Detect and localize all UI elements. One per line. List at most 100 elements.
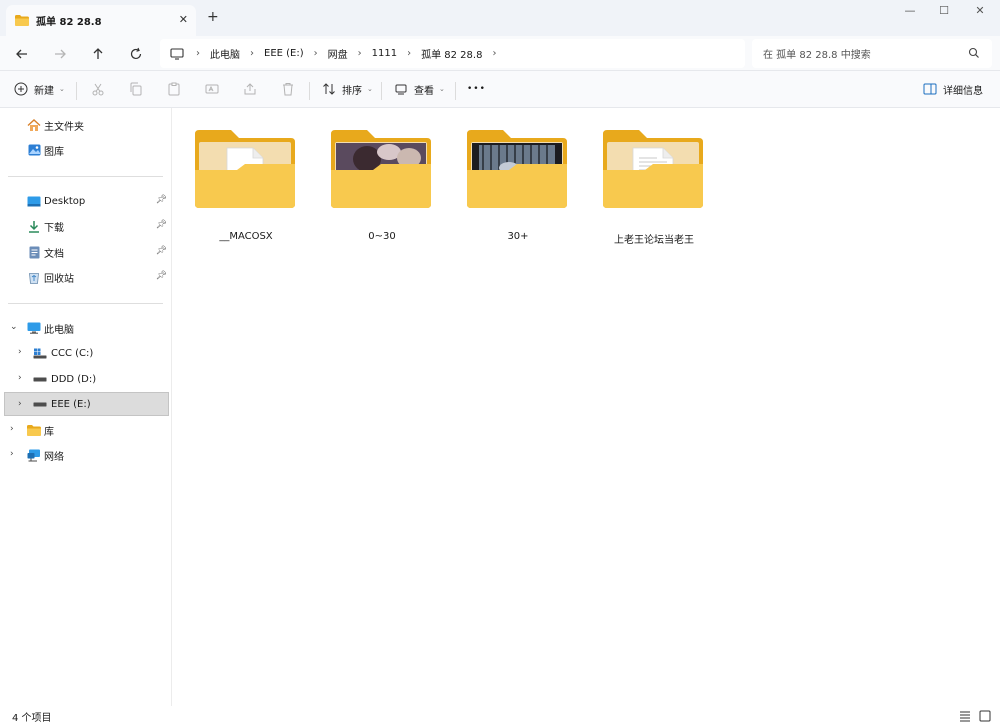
minimize-button[interactable]: — [895,4,925,17]
folder-icon [603,130,703,208]
back-button[interactable] [10,43,34,65]
chevron-right-icon: › [196,48,200,59]
sidebar-item-recycle-bin[interactable]: 回收站 📌︎ [4,265,169,289]
divider [381,82,382,100]
breadcrumb-item[interactable]: 孤单 82 28.8 [421,46,482,61]
tab-title: 孤单 82 28.8 [36,17,102,28]
sidebar-item-this-pc[interactable]: ⌄ 此电脑 [4,316,169,340]
folder-item[interactable]: 上老王论坛当老王 [599,128,709,252]
chevron-right-icon: › [357,48,362,59]
view-button[interactable]: 查看 ⌄ [394,79,445,99]
pin-icon[interactable]: 📌︎ [156,220,167,230]
sidebar-item-network[interactable]: › 网络 [4,443,169,467]
chevron-right-icon[interactable]: › [492,48,496,59]
paste-icon[interactable] [167,82,181,96]
sidebar-item-label: 回收站 [44,273,74,285]
command-bar: 新建 ⌄ 排序 ⌄ 查看 ⌄ ••• 详细信息 [0,71,1000,108]
sidebar-item-drive-e[interactable]: › EEE (E:) [4,392,169,416]
breadcrumb-item[interactable]: 此电脑 [210,46,240,61]
sort-icon [323,83,335,95]
chevron-right-icon[interactable]: › [10,424,14,434]
refresh-button[interactable] [124,43,148,65]
chevron-down-icon: ⌄ [367,85,373,93]
system-drive-icon [33,346,47,360]
folder-icon [15,15,29,26]
tab-close-button[interactable]: ✕ [179,13,188,26]
download-icon [27,219,41,233]
arrow-up-icon [93,48,103,59]
sidebar-item-label: CCC (C:) [51,347,94,359]
more-button[interactable]: ••• [467,79,486,99]
sidebar-item-downloads[interactable]: 下载 📌︎ [4,214,169,238]
up-button[interactable] [86,43,110,65]
sidebar-item-documents[interactable]: 文档 📌︎ [4,240,169,264]
title-bar: 孤单 82 28.8 ✕ + — ☐ ✕ [0,0,1000,36]
folder-icon [467,130,567,208]
chevron-right-icon[interactable]: › [18,347,22,357]
search-placeholder: 在 孤单 82 28.8 中搜索 [763,50,871,61]
sidebar-item-home[interactable]: 主文件夹 [4,113,169,137]
folder-item[interactable]: __MACOSX [191,128,301,252]
sidebar-item-gallery[interactable]: 图库 [4,138,169,162]
pin-icon[interactable]: 📌︎ [156,246,167,256]
view-label: 查看 [414,85,434,97]
pin-icon[interactable]: 📌︎ [156,195,167,205]
details-view-icon[interactable] [958,709,972,723]
search-input[interactable]: 在 孤单 82 28.8 中搜索 [752,39,992,68]
cut-icon[interactable] [91,82,105,96]
tab-current[interactable]: 孤单 82 28.8 ✕ [6,5,196,36]
forward-button[interactable] [48,43,72,65]
refresh-icon [130,47,142,60]
copy-icon[interactable] [129,82,143,96]
divider [309,82,310,100]
status-bar: 4 个项目 [0,706,1000,726]
computer-icon [170,47,184,60]
divider [8,176,163,177]
arrow-right-icon [55,49,66,59]
file-list: __MACOSX 0~30 30+ 上老王论坛当老王 [172,108,1000,706]
maximize-button[interactable]: ☐ [929,4,959,17]
chevron-right-icon[interactable]: › [18,373,22,383]
folder-name: 30+ [507,231,529,242]
divider [76,82,77,100]
plus-circle-icon [14,82,28,96]
sidebar-item-library[interactable]: › 库 [4,418,169,442]
chevron-down-icon: ⌄ [59,85,65,93]
pin-icon[interactable]: 📌︎ [156,271,167,281]
new-tab-button[interactable]: + [207,9,219,25]
folder-item[interactable]: 0~30 [327,128,437,252]
navigation-bar: › 此电脑 › EEE (E:) › 网盘 › 1111 › 孤单 82 28.… [0,36,1000,71]
delete-icon[interactable] [281,82,295,96]
folder-icon [331,130,431,208]
folder-name: 0~30 [368,231,396,242]
sidebar-item-label: 网络 [44,451,64,463]
breadcrumb-item[interactable]: 网盘 [328,46,348,61]
rename-icon[interactable] [205,82,219,96]
folder-item[interactable]: 30+ [463,128,573,252]
search-icon [968,47,979,58]
sidebar-item-label: EEE (E:) [51,398,91,410]
sort-button[interactable]: 排序 ⌄ [322,79,373,99]
breadcrumb-item[interactable]: 1111 [372,48,397,59]
sort-label: 排序 [342,85,362,97]
tiles-view-icon[interactable] [978,709,992,723]
chevron-right-icon: › [407,48,412,59]
chevron-right-icon[interactable]: › [10,449,14,459]
address-bar[interactable]: › 此电脑 › EEE (E:) › 网盘 › 1111 › 孤单 82 28.… [160,39,745,68]
sidebar-item-label: 此电脑 [44,324,74,336]
divider [8,303,163,304]
sidebar-item-label: 主文件夹 [44,121,84,133]
drive-icon [33,397,47,411]
chevron-down-icon: ⌄ [439,85,445,93]
share-icon[interactable] [243,82,257,96]
breadcrumb-item[interactable]: EEE (E:) [264,48,304,59]
chevron-right-icon[interactable]: › [18,399,22,409]
chevron-down-icon[interactable]: ⌄ [10,322,18,332]
new-button[interactable]: 新建 ⌄ [14,79,65,99]
sidebar-item-drive-d[interactable]: › DDD (D:) [4,367,169,391]
close-window-button[interactable]: ✕ [965,4,995,17]
sidebar-item-drive-c[interactable]: › CCC (C:) [4,341,169,365]
sidebar-item-desktop[interactable]: Desktop 📌︎ [4,189,169,213]
recycle-bin-icon [27,270,41,284]
details-button[interactable]: 详细信息 [923,79,983,99]
